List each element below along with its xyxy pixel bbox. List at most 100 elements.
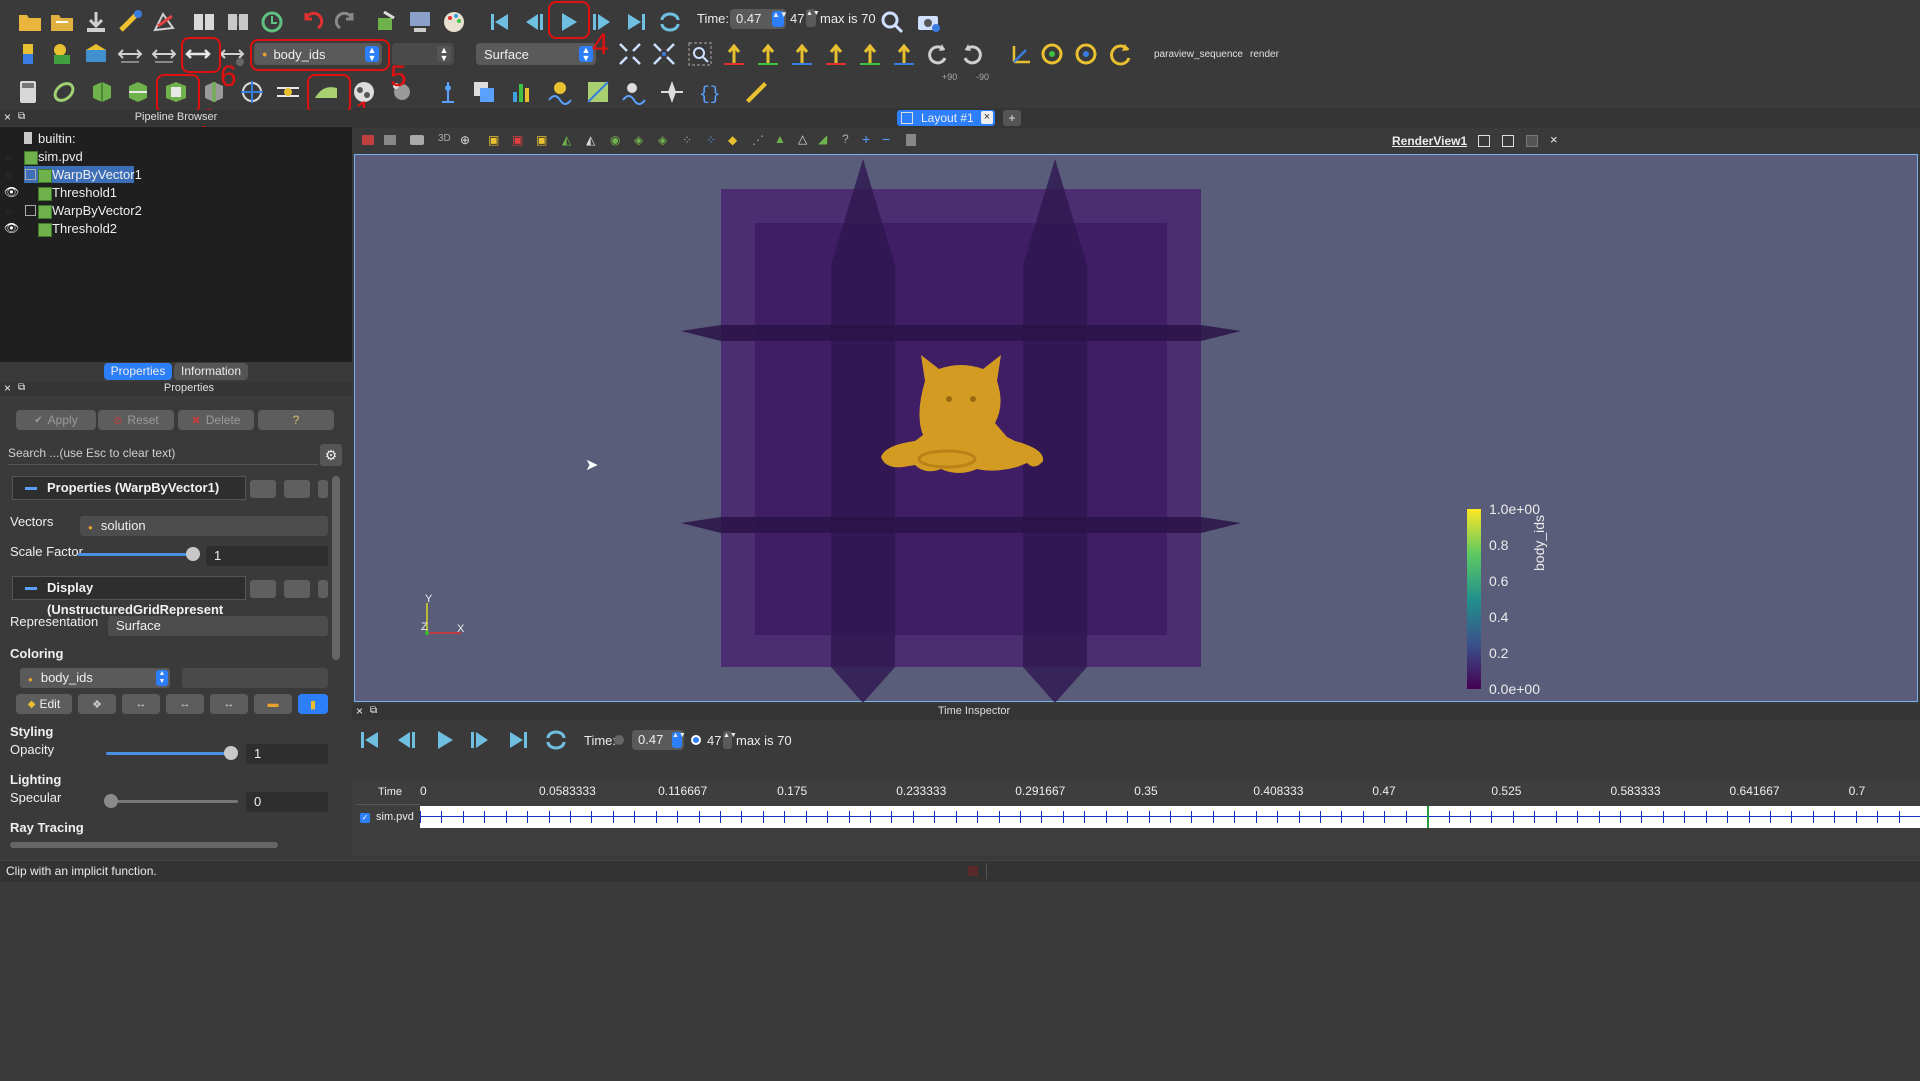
zoom-to-box-icon[interactable] — [684, 38, 716, 70]
split-horizontal-icon[interactable] — [1478, 135, 1490, 147]
coloring-array-select[interactable]: ● body_ids ▲ ▼ — [20, 668, 170, 688]
histogram-icon[interactable] — [506, 76, 538, 108]
tree-expander-icon[interactable] — [25, 205, 36, 216]
close-view-icon[interactable]: × — [1550, 132, 1558, 147]
plot-data-icon[interactable] — [582, 76, 614, 108]
toggle-colorbar-icon[interactable] — [12, 38, 44, 70]
center-axes-icon[interactable] — [1004, 38, 1036, 70]
last-frame-icon[interactable] — [502, 724, 534, 756]
reset-session-icon[interactable] — [256, 6, 288, 38]
choose-preset-button[interactable]: ❖ — [78, 694, 116, 714]
clip-box-icon[interactable] — [160, 76, 192, 108]
opacity-slider-handle[interactable] — [224, 746, 238, 760]
plot-over-line-icon[interactable] — [544, 76, 576, 108]
select-block-icon[interactable]: ◭ — [586, 133, 595, 147]
representation-select-panel[interactable]: Surface — [108, 616, 328, 636]
first-frame-icon[interactable] — [484, 6, 516, 38]
select-polygon-icon[interactable]: ◭ — [562, 133, 571, 147]
chevron-updown-icon[interactable]: ▲▼ — [672, 732, 686, 748]
view-plus-y-icon[interactable] — [786, 38, 818, 70]
add-layout-button[interactable]: + — [1003, 110, 1021, 126]
color-map-editor-icon[interactable] — [46, 38, 78, 70]
reset-camera-icon[interactable] — [614, 38, 646, 70]
close-icon[interactable]: × — [981, 111, 993, 124]
macro-render[interactable]: render — [1250, 49, 1279, 60]
opacity-slider[interactable] — [106, 752, 228, 755]
view-minus-y-icon[interactable] — [820, 38, 852, 70]
copy-props-button[interactable] — [250, 480, 276, 498]
connect-icon[interactable] — [114, 6, 146, 38]
previous-frame-icon[interactable] — [518, 6, 550, 38]
warp-by-vector-icon[interactable] — [310, 76, 342, 108]
timestep-radio[interactable] — [691, 735, 701, 745]
screenshot-icon[interactable] — [912, 6, 944, 38]
loop-icon[interactable] — [540, 724, 572, 756]
timestep-spin-icon[interactable]: ▲▼ — [723, 731, 737, 749]
view-plus-x-icon[interactable] — [718, 38, 750, 70]
paste-props-button[interactable] — [284, 480, 310, 498]
vectors-select[interactable]: ● solution — [80, 516, 328, 536]
split-vertical-icon[interactable] — [1502, 135, 1514, 147]
eye-hidden-icon[interactable]: ◌ — [6, 152, 11, 162]
hover-cells-icon[interactable]: ◈ — [658, 133, 667, 147]
paste-display-button[interactable] — [284, 580, 310, 598]
eye-visible-icon[interactable]: 👁 — [4, 185, 19, 199]
calculator-icon[interactable] — [12, 76, 44, 108]
timeline-ruler[interactable]: 0 0.0583333 0.116667 0.175 0.233333 0.291667 0… — [420, 780, 1920, 802]
slice-icon[interactable] — [122, 76, 154, 108]
disconnect-icon[interactable] — [148, 6, 180, 38]
eye-hidden-icon[interactable]: ◌ — [6, 170, 11, 180]
properties-vertical-scrollbar[interactable] — [332, 476, 340, 660]
shrink-selection-icon[interactable]: ⁘ — [706, 133, 716, 147]
toggle-colorbar-button[interactable]: ▮ — [298, 694, 328, 714]
group-datasets-icon[interactable] — [348, 76, 380, 108]
copy-display-button[interactable] — [250, 580, 276, 598]
timeline-track[interactable] — [420, 806, 1920, 828]
camera-icon[interactable] — [410, 135, 424, 145]
python-calculator-icon[interactable]: {} — [694, 76, 726, 108]
open-folder-icon[interactable] — [14, 6, 46, 38]
scale-factor-input[interactable]: 1 — [206, 546, 328, 566]
reset-camera-closest-icon[interactable] — [648, 38, 680, 70]
grow-selection-icon[interactable]: ⁘ — [682, 133, 692, 147]
redo-icon[interactable] — [330, 6, 362, 38]
select-points-on-icon[interactable]: ▣ — [512, 133, 523, 147]
extract-subset-icon[interactable] — [198, 76, 230, 108]
section-display-header[interactable]: Display (UnstructuredGridRepresent — [12, 576, 246, 617]
extract-selection-icon[interactable] — [656, 76, 688, 108]
view-minus-z-icon[interactable] — [888, 38, 920, 70]
recent-files-icon[interactable] — [46, 6, 78, 38]
scale-factor-slider-handle[interactable] — [186, 547, 200, 561]
rotate-plus-90-icon[interactable] — [922, 38, 954, 70]
maximize-icon[interactable] — [1526, 135, 1538, 147]
plot-over-time-icon[interactable] — [618, 76, 650, 108]
property-search-input[interactable]: Search ...(use Esc to clear text) — [8, 446, 318, 465]
previous-frame-icon[interactable] — [390, 724, 422, 756]
play-icon[interactable] — [552, 6, 584, 38]
load-state-icon[interactable] — [188, 6, 220, 38]
extract-level-icon[interactable] — [386, 76, 418, 108]
time-spin-icon[interactable]: ▲▼ — [772, 11, 788, 27]
ti-time-value-input[interactable]: 0.47 ▲▼ — [632, 730, 686, 750]
minus-icon[interactable]: − — [882, 131, 890, 147]
undo-icon[interactable] — [296, 6, 328, 38]
stream-tracer-icon[interactable] — [272, 76, 304, 108]
select-dots-icon[interactable]: ⋰ — [752, 133, 764, 147]
reset-range-icon[interactable] — [80, 38, 112, 70]
time-value-input[interactable]: 0.47 ▲▼ — [730, 9, 788, 29]
specular-slider-handle[interactable] — [104, 794, 118, 808]
save-data-icon[interactable] — [80, 6, 112, 38]
help-button[interactable]: ? — [258, 410, 334, 430]
representation-select[interactable]: Surface ▲ ▼ — [476, 43, 596, 65]
gear-icon[interactable]: ⚙ — [320, 444, 342, 466]
output-messages-icon[interactable] — [968, 866, 978, 876]
track-enabled-checkbox[interactable]: ✓ — [360, 813, 370, 823]
capture-view-icon[interactable] — [384, 135, 396, 145]
next-frame-icon[interactable] — [464, 724, 496, 756]
reset-center-icon[interactable] — [1070, 38, 1102, 70]
tab-properties[interactable]: Properties — [104, 363, 172, 380]
play-icon[interactable] — [428, 724, 460, 756]
color-array-select[interactable]: ● body_ids ▲ ▼ — [254, 43, 382, 65]
zoom-icon[interactable]: ⊕ — [460, 133, 470, 147]
help-selection-icon[interactable]: ? — [842, 132, 849, 146]
